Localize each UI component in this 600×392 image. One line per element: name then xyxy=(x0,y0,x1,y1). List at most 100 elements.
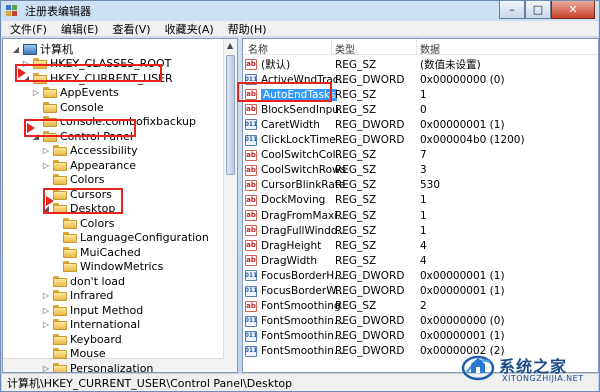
collapsed-arrow-icon[interactable]: ▷ xyxy=(41,146,51,156)
value-name: FontSmoothin... xyxy=(261,315,344,328)
value-name: DragHeight xyxy=(261,239,322,252)
value-data: 0x000004b0 (1200) xyxy=(420,134,525,146)
minimize-button[interactable]: – xyxy=(499,1,525,19)
column-header-data[interactable]: 数据 xyxy=(420,41,440,56)
value-data: (数值未设置) xyxy=(420,59,481,71)
menu-favorites[interactable]: 收藏夹(A) xyxy=(157,21,220,37)
value-row[interactable]: ab CoolSwitchCol... REG_SZ 7 xyxy=(243,148,598,163)
value-data: 3 xyxy=(420,164,427,177)
folder-icon xyxy=(53,275,67,287)
maximize-button[interactable]: □ xyxy=(525,1,551,19)
value-name: FontSmoothin... xyxy=(261,330,344,343)
binary-value-icon: 011 xyxy=(245,345,257,357)
column-header-type[interactable]: 类型 xyxy=(335,41,355,56)
value-row[interactable]: 011 FocusBorderH... REG_DWORD 0x00000001 (1… xyxy=(243,268,598,283)
tree-item[interactable]: ▷ AppEvents xyxy=(31,86,119,100)
binary-value-icon: 011 xyxy=(245,270,257,282)
tree-item[interactable]: Mouse xyxy=(41,347,106,361)
value-name-cell: ab CoolSwitchCol... xyxy=(245,149,346,161)
tree-item[interactable]: ▷ Personalization xyxy=(41,361,154,373)
menu-view[interactable]: 查看(V) xyxy=(104,21,156,37)
value-data: 1 xyxy=(420,194,427,207)
menu-file[interactable]: 文件(F) xyxy=(2,21,53,37)
tree-item[interactable]: LanguageConfiguration xyxy=(51,231,209,245)
collapsed-arrow-icon[interactable]: ▷ xyxy=(41,305,51,315)
folder-icon xyxy=(53,304,67,316)
tree-item[interactable]: ▷ Appearance xyxy=(41,158,136,172)
tree-item-label: Personalization xyxy=(70,361,154,373)
tree-item[interactable]: ▷ International xyxy=(41,318,140,332)
value-row[interactable]: ab CoolSwitchRows REG_SZ 3 xyxy=(243,163,598,178)
tree-item[interactable]: ▷ Infrared xyxy=(41,289,113,303)
collapsed-arrow-icon[interactable]: ▷ xyxy=(31,88,41,98)
value-name: FontSmoothing xyxy=(261,300,341,313)
column-header-name[interactable]: 名称 xyxy=(248,41,268,56)
menu-help[interactable]: 帮助(H) xyxy=(220,21,273,37)
collapsed-arrow-icon[interactable]: ▷ xyxy=(41,320,51,330)
title-bar[interactable]: 注册表编辑器 – □ ✕ xyxy=(1,1,599,21)
value-name: FocusBorderH... xyxy=(261,269,344,282)
tree-item[interactable]: Keyboard xyxy=(41,332,122,346)
value-row[interactable]: ab DragFromMaxi... REG_SZ 1 xyxy=(243,208,598,223)
column-divider[interactable] xyxy=(331,39,332,55)
value-row[interactable]: 011 FontSmoothin... REG_DWORD 0x00000001 (1… xyxy=(243,329,598,344)
tree-item[interactable]: don't load xyxy=(41,274,125,288)
folder-icon xyxy=(53,174,67,185)
column-divider[interactable] xyxy=(416,39,417,55)
value-type: REG_SZ xyxy=(335,254,377,267)
value-row[interactable]: ab DragWidth REG_SZ 4 xyxy=(243,253,598,268)
tree-vertical-scrollbar[interactable]: ▲ xyxy=(223,39,237,372)
scroll-up-arrow-icon[interactable]: ▲ xyxy=(227,41,233,50)
collapsed-arrow-icon[interactable]: ▷ xyxy=(41,363,51,373)
tree-item[interactable]: WindowMetrics xyxy=(51,260,163,274)
binary-value-icon: 011 xyxy=(245,315,257,327)
value-name-cell: ab DockMoving xyxy=(245,194,325,206)
tree-item-label: International xyxy=(70,318,141,331)
tree-item[interactable]: ▷ Input Method xyxy=(41,303,143,317)
collapsed-arrow-icon[interactable]: ▷ xyxy=(41,160,51,170)
value-row[interactable]: ab DragFullWindo... REG_SZ 1 xyxy=(243,223,598,238)
tree-item-label: 计算机 xyxy=(40,43,73,56)
value-row[interactable]: 011 FocusBorderW... REG_DWORD 0x00000001 (1… xyxy=(243,284,598,299)
tree-item[interactable]: ▷ Accessibility xyxy=(41,144,138,158)
tree-item-label: Colors xyxy=(80,216,115,230)
menu-edit[interactable]: 编辑(E) xyxy=(53,21,105,37)
value-row[interactable]: ab FontSmoothing REG_SZ 2 xyxy=(243,299,598,314)
collapsed-arrow-icon[interactable]: ▷ xyxy=(41,291,51,301)
tree-scroll-thumb[interactable] xyxy=(226,55,235,175)
value-name-cell: 011 FocusBorderW... xyxy=(245,285,346,297)
value-row[interactable]: ab DragHeight REG_SZ 4 xyxy=(243,238,598,253)
string-value-icon: ab xyxy=(245,225,257,237)
tree-item[interactable]: ◢ 计算机 xyxy=(11,42,73,56)
folder-icon xyxy=(63,217,77,229)
value-type: REG_DWORD xyxy=(335,285,405,297)
value-row[interactable]: ab (默认) REG_SZ (数值未设置) xyxy=(243,57,598,72)
value-row[interactable]: ab BlockSendInpu... REG_SZ 0 xyxy=(243,102,598,117)
tree-item[interactable]: MuiCached xyxy=(51,245,141,259)
value-type: REG_SZ xyxy=(335,224,377,237)
value-name-cell: ab DragFromMaxi... xyxy=(245,210,347,222)
folder-icon xyxy=(53,319,67,330)
tree-item[interactable]: Console xyxy=(31,100,104,114)
tree-item[interactable]: Colors xyxy=(51,216,114,230)
value-row[interactable]: ab DockMoving REG_SZ 1 xyxy=(243,193,598,208)
value-row[interactable]: 011 ClickLockTime REG_DWORD 0x000004b0 (120… xyxy=(243,133,598,148)
value-name: (默认) xyxy=(261,59,291,71)
value-row[interactable]: 011 FontSmoothin... REG_DWORD 0x00000000 (0… xyxy=(243,314,598,329)
site-watermark: 系统之家 XITONGZHIJIA.NET xyxy=(461,350,600,392)
computer-icon xyxy=(23,43,37,55)
close-button[interactable]: ✕ xyxy=(551,1,595,19)
value-row[interactable]: 011 CaretWidth REG_DWORD 0x00000001 (1) xyxy=(243,117,598,132)
expanded-arrow-icon[interactable]: ◢ xyxy=(11,44,21,54)
tree-item[interactable]: Colors xyxy=(41,173,104,187)
value-data: 1 xyxy=(420,209,427,222)
tree-item-label: MuiCached xyxy=(80,245,141,259)
tree-item-label: Console xyxy=(60,100,104,114)
pointer-arrow-icon xyxy=(18,68,26,78)
value-row[interactable]: ab CursorBlinkRate REG_SZ 530 xyxy=(243,178,598,193)
tree-item-label: AppEvents xyxy=(60,86,119,99)
string-value-icon: ab xyxy=(245,179,257,191)
binary-value-icon: 011 xyxy=(245,134,257,146)
folder-icon xyxy=(63,246,77,258)
